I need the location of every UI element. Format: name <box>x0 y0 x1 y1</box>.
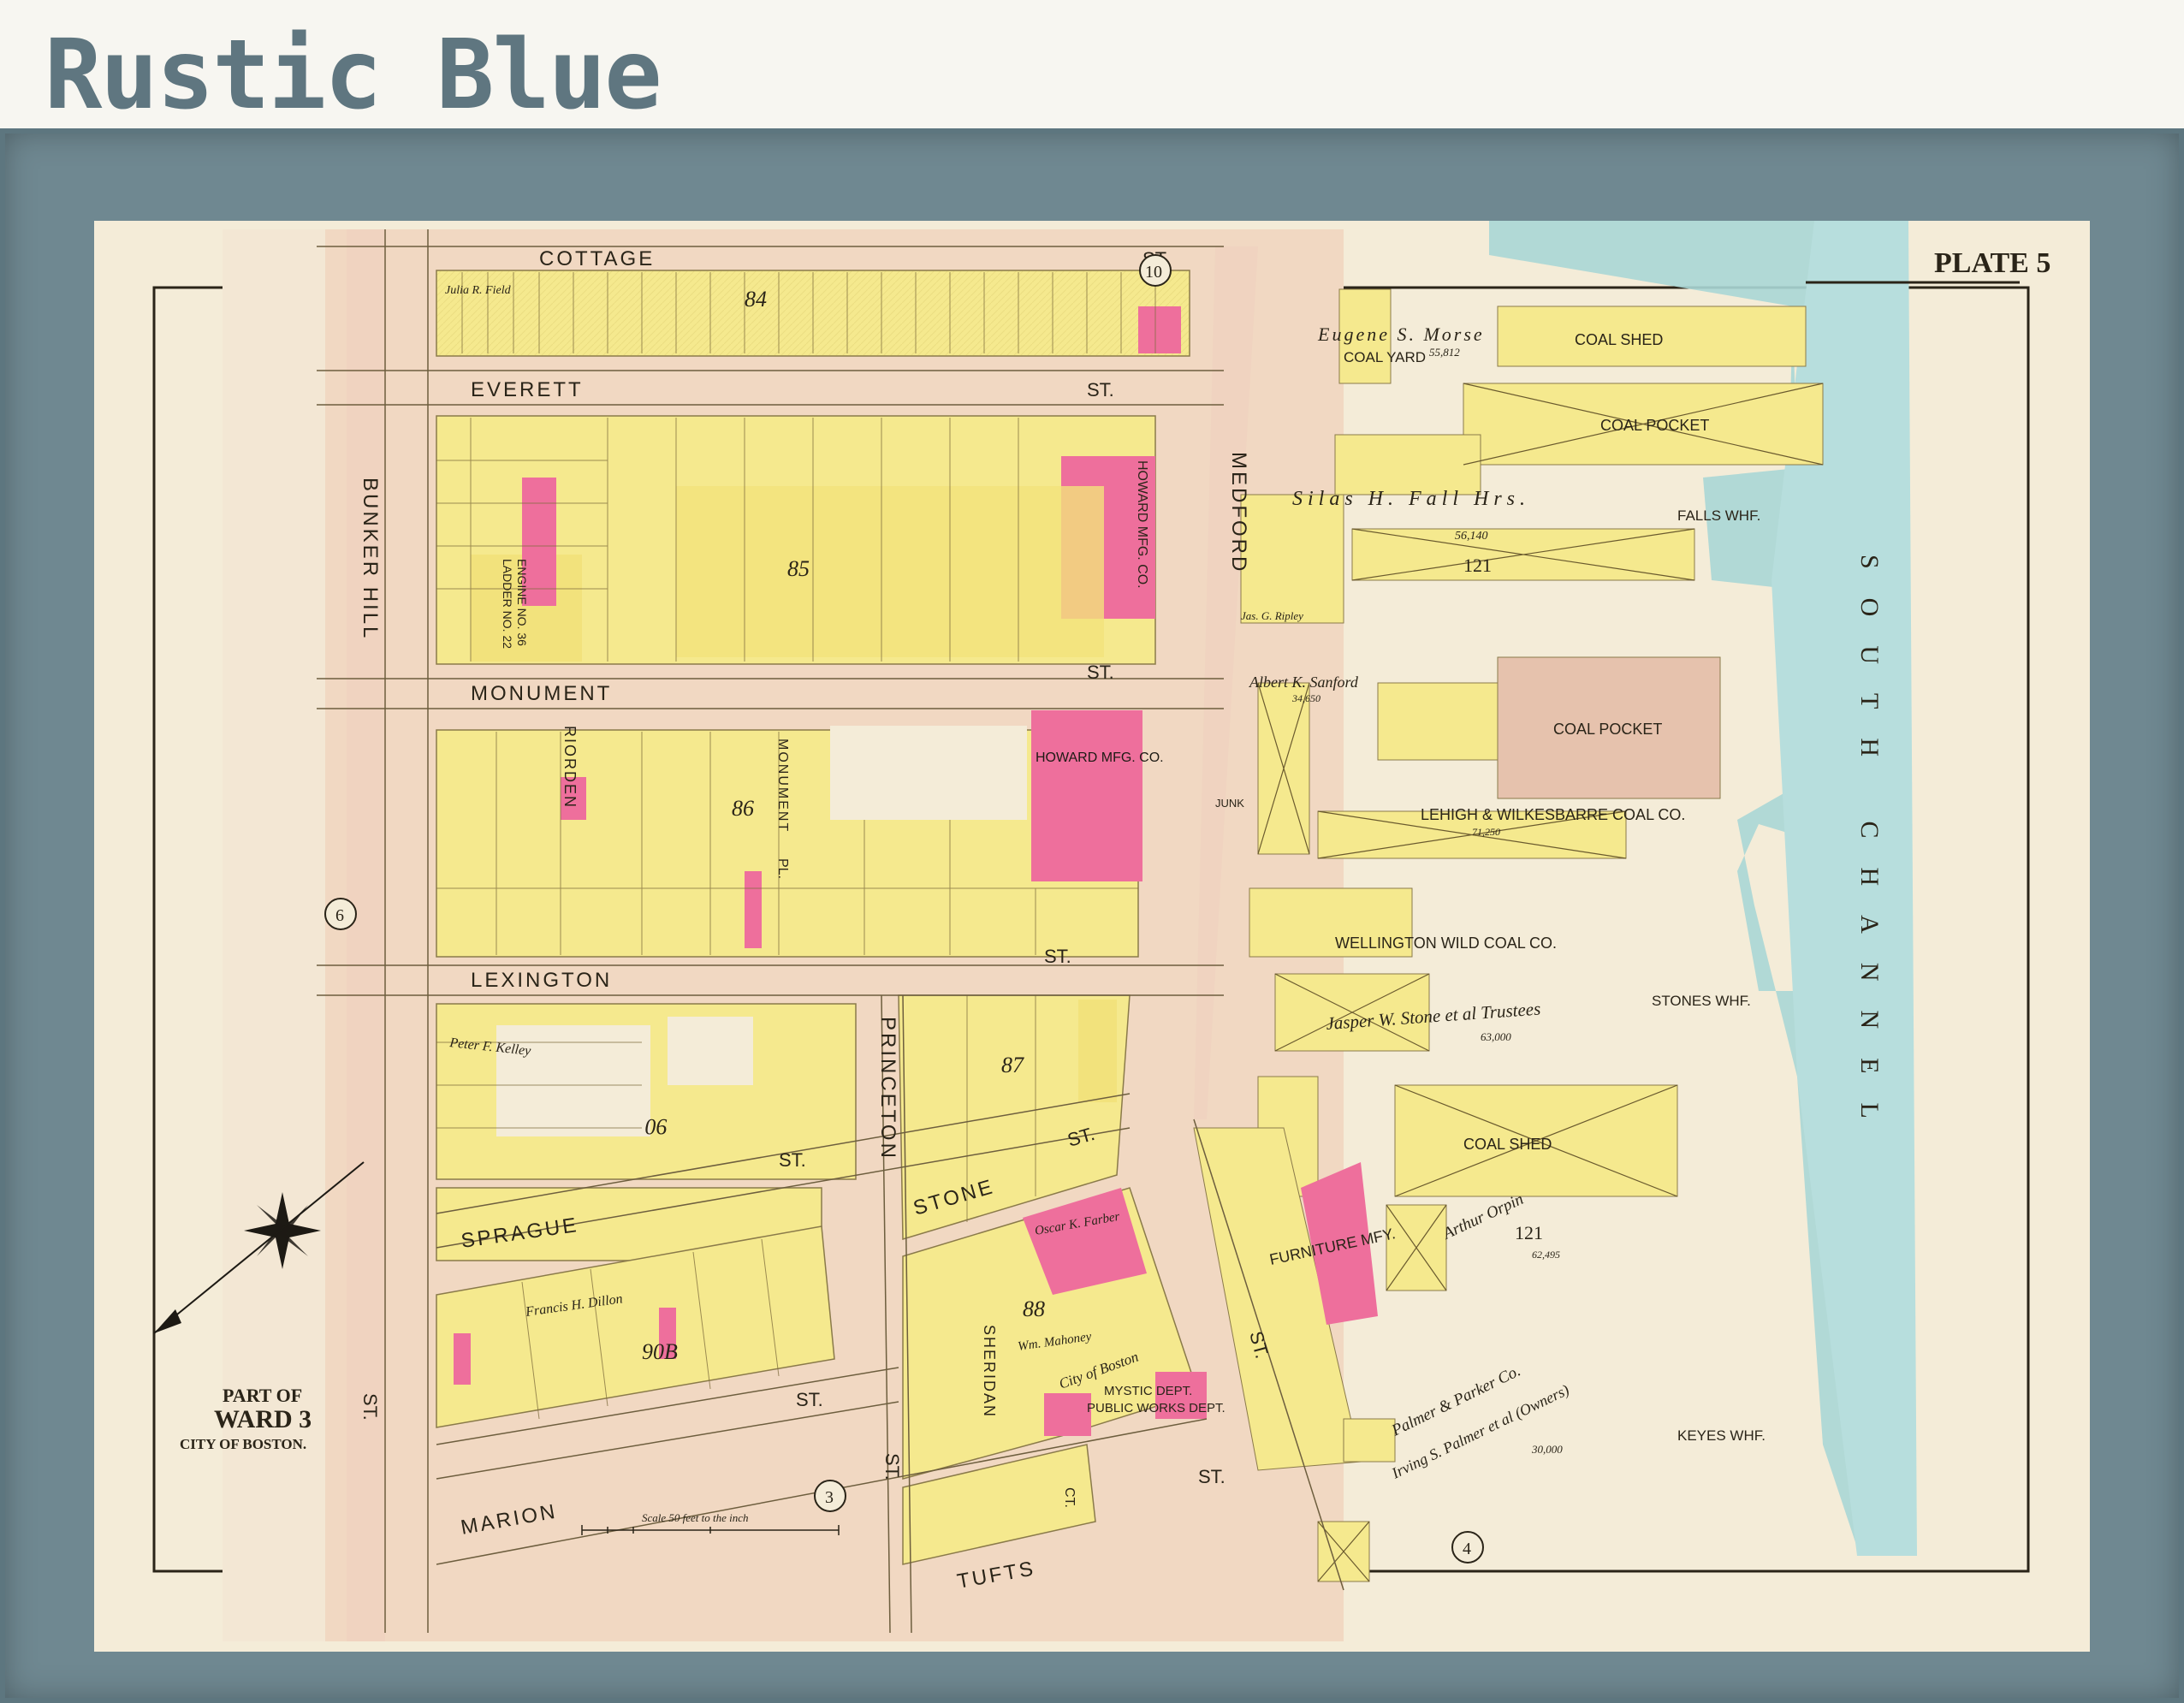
owner-sanford: Albert K. Sanford <box>1249 673 1359 691</box>
block-number-88: 88 <box>1023 1297 1045 1321</box>
ward-number: WARD 3 <box>214 1405 312 1433</box>
street-monument: MONUMENT <box>471 682 612 705</box>
street-bunker-hill: BUNKER HILL <box>359 478 382 640</box>
bunker-hill-street <box>347 229 385 1641</box>
label-junk: JUNK <box>1215 797 1244 810</box>
block-number-121: 121 <box>1463 555 1492 576</box>
label-howard-mfg-2: HOWARD MFG. CO. <box>1135 460 1149 589</box>
street-medford: MEDFORD <box>1227 452 1250 573</box>
street-cottage: COTTAGE <box>539 247 655 270</box>
street-everett: EVERETT <box>471 378 584 401</box>
area-lehigh: 71,250 <box>1472 826 1500 838</box>
area-orpin: 62,495 <box>1532 1249 1560 1261</box>
street-lexington: LEXINGTON <box>471 969 612 992</box>
street-sheridan: SHERIDAN <box>981 1325 998 1418</box>
label-falls-whf: FALLS WHF. <box>1677 507 1760 524</box>
block-number-90b: 90B <box>642 1339 678 1364</box>
street-st-3: ST. <box>1087 662 1114 683</box>
circle-4-text: 4 <box>1463 1540 1471 1558</box>
label-lehigh: LEHIGH & WILKESBARRE COAL CO. <box>1421 806 1685 823</box>
street-st-8: ST. <box>1198 1466 1226 1487</box>
south-channel-label: SOUTH CHANNEL <box>1855 555 1884 1148</box>
block-number-85: 85 <box>787 556 810 581</box>
block-number-86: 86 <box>732 796 754 821</box>
street-monument-pl: MONUMENT <box>775 739 790 833</box>
circle-10-text: 10 <box>1145 263 1162 282</box>
owner-ripley: Jas. G. Ripley <box>1241 609 1303 622</box>
block-85 <box>436 415 1156 665</box>
street-st-5: ST. <box>779 1149 806 1171</box>
label-coal-pocket-1: COAL POCKET <box>1600 417 1709 434</box>
street-st-9: ST. <box>359 1393 381 1421</box>
street-st-11: ST. <box>881 1453 903 1480</box>
block-number-84: 84 <box>745 287 767 312</box>
circle-4: 4 <box>1451 1531 1484 1564</box>
label-stones-whf: STONES WHF. <box>1652 993 1751 1009</box>
label-coal-yard: COAL YARD <box>1344 349 1426 365</box>
street-st-2: ST. <box>1087 379 1114 401</box>
street-pl: PL. <box>775 858 790 879</box>
area-fall: 56,140 <box>1455 530 1488 543</box>
street-riorden: RIORDEN <box>561 726 579 809</box>
block-number-121b: 121 <box>1515 1222 1543 1243</box>
scale-text: Scale 50 feet to the inch <box>642 1511 749 1524</box>
owner-morse: Eugene S. Morse <box>1317 323 1485 345</box>
block-number-87: 87 <box>1001 1053 1024 1077</box>
label-ladder: LADDER NO. 22 <box>501 559 514 649</box>
block-number-90: 90 <box>645 1114 668 1139</box>
plate-label: PLATE 5 <box>1934 247 2050 279</box>
label-coal-shed-2: COAL SHED <box>1463 1136 1552 1153</box>
circle-10: 10 <box>1139 254 1172 287</box>
area-morse: 55,812 <box>1429 346 1460 359</box>
label-coal-pocket-2: COAL POCKET <box>1553 721 1662 738</box>
circle-6: 6 <box>324 898 357 930</box>
area-sanford: 34,650 <box>1291 692 1320 704</box>
plat-map: PLATE 5 COTTAGE EVERETT ST. ST. MONUMENT… <box>94 221 2090 1652</box>
label-engine: ENGINE NO. 36 <box>515 559 529 646</box>
street-ct: CT. <box>1062 1487 1077 1508</box>
street-st-4: ST. <box>1044 946 1071 967</box>
label-keyes-whf: KEYES WHF. <box>1677 1427 1766 1444</box>
label-mystic-dept: MYSTIC DEPT. <box>1104 1384 1192 1398</box>
street-st-7: ST. <box>796 1389 823 1410</box>
label-wellington: WELLINGTON WILD COAL CO. <box>1335 935 1557 952</box>
label-coal-shed-1: COAL SHED <box>1575 331 1663 348</box>
area-stone: 63,000 <box>1481 1030 1511 1043</box>
owner-field: Julia R. Field <box>445 284 512 297</box>
circle-3: 3 <box>814 1480 846 1512</box>
area-irving: 30,000 <box>1531 1443 1563 1456</box>
label-howard-mfg-1: HOWARD MFG. CO. <box>1036 751 1164 765</box>
ward-part-of: PART OF <box>223 1385 302 1406</box>
ward-city: CITY OF BOSTON. <box>180 1436 306 1452</box>
product-title: Rustic Blue <box>45 20 662 131</box>
label-public-works: PUBLIC WORKS DEPT. <box>1087 1401 1226 1415</box>
owner-fall: Silas H. Fall Hrs. <box>1292 488 1530 510</box>
circle-3-text: 3 <box>825 1488 834 1507</box>
circle-6-text: 6 <box>335 906 344 925</box>
street-princeton: PRINCETON <box>876 1017 899 1160</box>
